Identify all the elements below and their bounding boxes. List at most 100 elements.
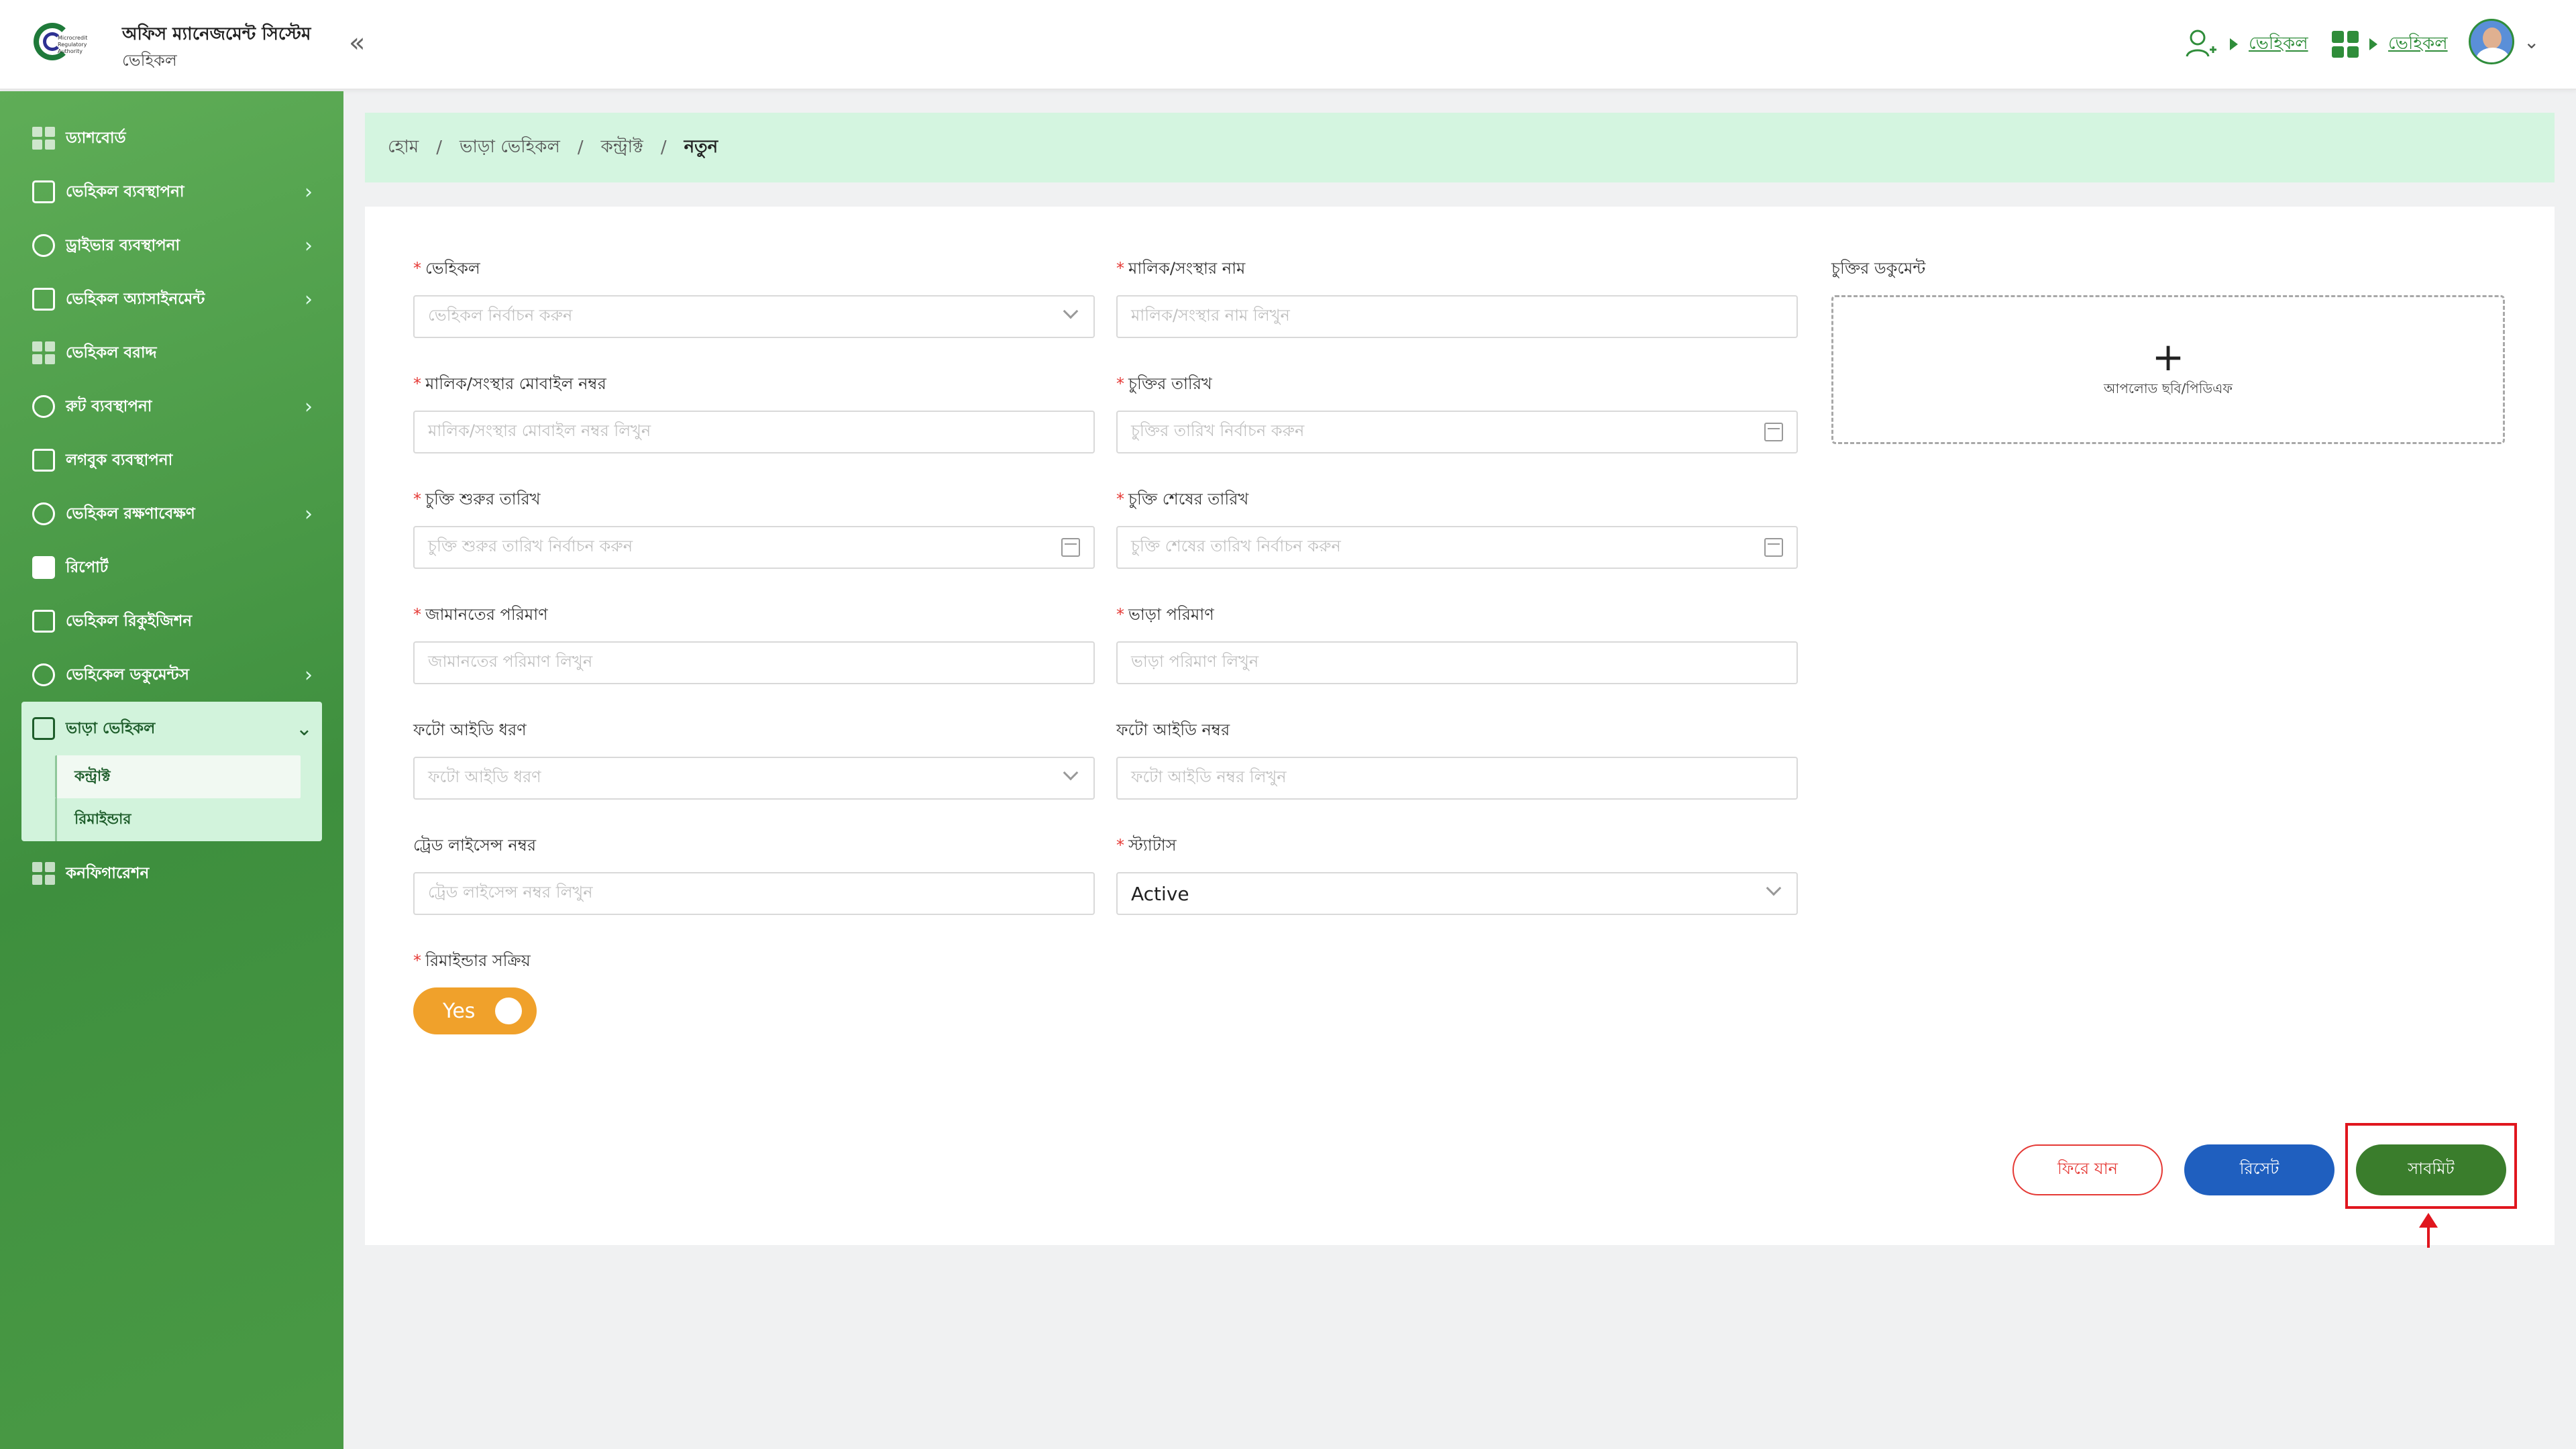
rent-amount-input[interactable]: ভাড়া পরিমাণ লিখুন xyxy=(1116,641,1798,684)
trade-license-label: ট্রেড লাইসেন্স নম্বর xyxy=(413,836,537,855)
chevron-right-icon: › xyxy=(305,502,313,526)
collapse-sidebar-button[interactable]: « xyxy=(349,30,365,56)
sidebar-item-vehicle-maintenance[interactable]: ভেহিকল রক্ষণাবেক্ষণ › xyxy=(21,487,322,541)
logbook-icon xyxy=(32,449,55,472)
sidebar-item-logbook-management[interactable]: লগবুক ব্যবস্থাপনা xyxy=(21,433,322,487)
owner-mobile-input[interactable]: মালিক/সংস্থার মোবাইল নম্বর লিখুন xyxy=(413,411,1095,453)
rental-vehicle-icon xyxy=(32,717,55,740)
nav-link-vehicle-2[interactable]: ভেহিকল xyxy=(2388,30,2448,59)
vehicle-label: * ভেহিকল xyxy=(413,259,480,278)
logo: Microcredit Regulatory Authority xyxy=(31,20,95,68)
sidebar-item-label: রুট ব্যবস্থাপনা xyxy=(66,397,152,415)
sidebar-item-driver-management[interactable]: ড্রাইভার ব্যবস্থাপনা › xyxy=(21,219,322,272)
start-date-picker[interactable]: চুক্তি শুরুর তারিখ নির্বাচন করুন xyxy=(413,526,1095,569)
rent-amount-label: * ভাড়া পরিমাণ xyxy=(1116,605,1214,624)
nav-link-vehicle-1[interactable]: ভেহিকল xyxy=(2249,30,2308,59)
trade-license-input[interactable]: ট্রেড লাইসেন্স নম্বর লিখুন xyxy=(413,872,1095,915)
contract-date-picker[interactable]: চুক্তির তারিখ নির্বাচন করুন xyxy=(1116,411,1798,453)
owner-name-label: * মালিক/সংস্থার নাম xyxy=(1116,259,1246,278)
sidebar-menu: ড্যাশবোর্ড ভেহিকল ব্যবস্থাপনা › ড্রাইভার… xyxy=(21,111,322,900)
photo-id-number-label: ফটো আইডি নম্বর xyxy=(1116,720,1230,739)
calendar-icon xyxy=(1764,538,1783,557)
photo-id-type-select[interactable]: ফটো আইডি ধরণ xyxy=(413,757,1095,800)
sidebar-item-label: ভেহিকল রক্ষণাবেক্ষণ xyxy=(66,504,195,523)
report-icon xyxy=(32,556,55,579)
reminder-active-toggle[interactable]: Yes xyxy=(413,987,537,1034)
chevron-down-icon xyxy=(1766,880,1782,896)
sidebar-item-route-management[interactable]: রুট ব্যবস্থাপনা › xyxy=(21,380,322,433)
sidebar-item-label: লগবুক ব্যবস্থাপনা xyxy=(66,451,173,469)
contract-form-card: * ভেহিকল ভেহিকল নির্বাচন করুন * মালিক/সংস্… xyxy=(365,207,2555,1245)
chevron-right-icon: › xyxy=(305,394,313,419)
sidebar-item-vehicle-requisition[interactable]: ভেহিকল রিকুইজিশন xyxy=(21,594,322,648)
chevron-down-icon xyxy=(1063,765,1079,781)
sidebar-item-label: ড্রাইভার ব্যবস্থাপনা xyxy=(66,236,180,254)
dashboard-icon xyxy=(32,127,55,150)
sidebar-item-vehicle-documents[interactable]: ভেহিকেল ডকুমেন্টস › xyxy=(21,648,322,702)
owner-mobile-label: * মালিক/সংস্থার মোবাইল নম্বর xyxy=(413,374,606,393)
requisition-icon xyxy=(32,610,55,633)
module-nav: ভেহিকল xyxy=(2332,24,2448,64)
caret-right-icon xyxy=(2369,38,2377,50)
user-menu[interactable]: ⌄ xyxy=(2469,19,2539,64)
logo-text: Microcredit Regulatory Authority xyxy=(58,35,88,54)
reset-button[interactable]: রিসেট xyxy=(2184,1144,2334,1195)
end-date-label: * চুক্তি শেষের তারিখ xyxy=(1116,490,1249,508)
upload-text: আপলোড ছবি/পিডিএফ xyxy=(2103,380,2233,396)
sidebar: ড্যাশবোর্ড ভেহিকল ব্যবস্থাপনা › ড্রাইভার… xyxy=(0,91,343,1449)
car-icon xyxy=(32,180,55,203)
start-date-label: * চুক্তি শুরুর তারিখ xyxy=(413,490,541,508)
document-upload-area[interactable]: + আপলোড ছবি/পিডিএফ xyxy=(1831,295,2505,444)
contract-document-label: চুক্তির ডকুমেন্ট xyxy=(1831,259,1926,278)
security-amount-label: * জামানতের পরিমাণ xyxy=(413,605,548,624)
breadcrumb-home[interactable]: হোম xyxy=(388,133,419,162)
calendar-icon xyxy=(1764,423,1783,441)
security-amount-input[interactable]: জামানতের পরিমাণ লিখুন xyxy=(413,641,1095,684)
sidebar-item-label: ভেহিকল অ্যাসাইনমেন্ট xyxy=(66,290,205,308)
sidebar-item-report[interactable]: রিপোর্ট xyxy=(21,541,322,594)
back-button[interactable]: ফিরে যান xyxy=(2012,1144,2163,1195)
maintenance-icon xyxy=(32,502,55,525)
breadcrumb-separator: / xyxy=(436,138,442,158)
app-title: অফিস ম্যানেজমেন্ট সিস্টেম xyxy=(122,24,311,44)
sidebar-item-label: ভেহিকল বরাদ্দ xyxy=(66,343,157,362)
sidebar-subitem-reminder[interactable]: রিমাইন্ডার xyxy=(55,798,322,841)
sidebar-item-label: ভেহিকেল ডকুমেন্টস xyxy=(66,665,189,684)
breadcrumb: হোম / ভাড়া ভেহিকল / কন্ট্রাক্ট / নতুন xyxy=(365,113,2555,182)
sidebar-item-configuration[interactable]: কনফিগারেশন xyxy=(21,847,322,900)
toggle-label: Yes xyxy=(443,999,476,1023)
sidebar-subitem-contract[interactable]: কন্ট্রাক্ট xyxy=(55,755,301,798)
breadcrumb-separator: / xyxy=(660,138,667,158)
arrow-up-icon xyxy=(2419,1213,2438,1248)
user-switch-icon[interactable] xyxy=(2184,27,2219,62)
chevron-down-icon xyxy=(1063,303,1079,319)
sidebar-item-label: ভাড়া ভেহিকল xyxy=(66,719,156,737)
sidebar-item-vehicle-management[interactable]: ভেহিকল ব্যবস্থাপনা › xyxy=(21,165,322,219)
breadcrumb-separator: / xyxy=(577,138,584,158)
chevron-down-icon[interactable]: ⌄ xyxy=(2524,31,2539,53)
status-label: * স্ট্যাটাস xyxy=(1116,836,1177,855)
route-icon xyxy=(32,395,55,418)
breadcrumb-rental-vehicle[interactable]: ভাড়া ভেহিকল xyxy=(460,133,560,162)
allocation-icon xyxy=(32,341,55,364)
apps-grid-icon[interactable] xyxy=(2332,31,2359,58)
configuration-icon xyxy=(32,862,55,885)
contract-date-label: * চুক্তির তারিখ xyxy=(1116,374,1212,393)
end-date-picker[interactable]: চুক্তি শেষের তারিখ নির্বাচন করুন xyxy=(1116,526,1798,569)
sidebar-item-vehicle-allocation[interactable]: ভেহিকল বরাদ্দ xyxy=(21,326,322,380)
sidebar-item-dashboard[interactable]: ড্যাশবোর্ড xyxy=(21,111,322,165)
sidebar-item-vehicle-assignment[interactable]: ভেহিকল অ্যাসাইনমেন্ট › xyxy=(21,272,322,326)
breadcrumb-current: নতুন xyxy=(684,137,718,157)
breadcrumb-contract[interactable]: কন্ট্রাক্ট xyxy=(601,133,643,162)
status-select[interactable]: Active xyxy=(1116,872,1798,915)
chevron-down-icon: ⌄ xyxy=(295,716,313,741)
owner-name-input[interactable]: মালিক/সংস্থার নাম লিখুন xyxy=(1116,295,1798,338)
assignment-icon xyxy=(32,288,55,311)
vehicle-select[interactable]: ভেহিকল নির্বাচন করুন xyxy=(413,295,1095,338)
reminder-active-label: * রিমাইন্ডার সক্রিয় xyxy=(413,951,531,970)
avatar[interactable] xyxy=(2469,19,2514,64)
photo-id-number-input[interactable]: ফটো আইডি নম্বর লিখুন xyxy=(1116,757,1798,800)
sidebar-item-label: ড্যাশবোর্ড xyxy=(66,129,126,147)
sidebar-item-rental-vehicle[interactable]: ভাড়া ভেহিকল ⌄ xyxy=(21,702,322,755)
sidebar-item-label: ভেহিকল ব্যবস্থাপনা xyxy=(66,182,184,201)
